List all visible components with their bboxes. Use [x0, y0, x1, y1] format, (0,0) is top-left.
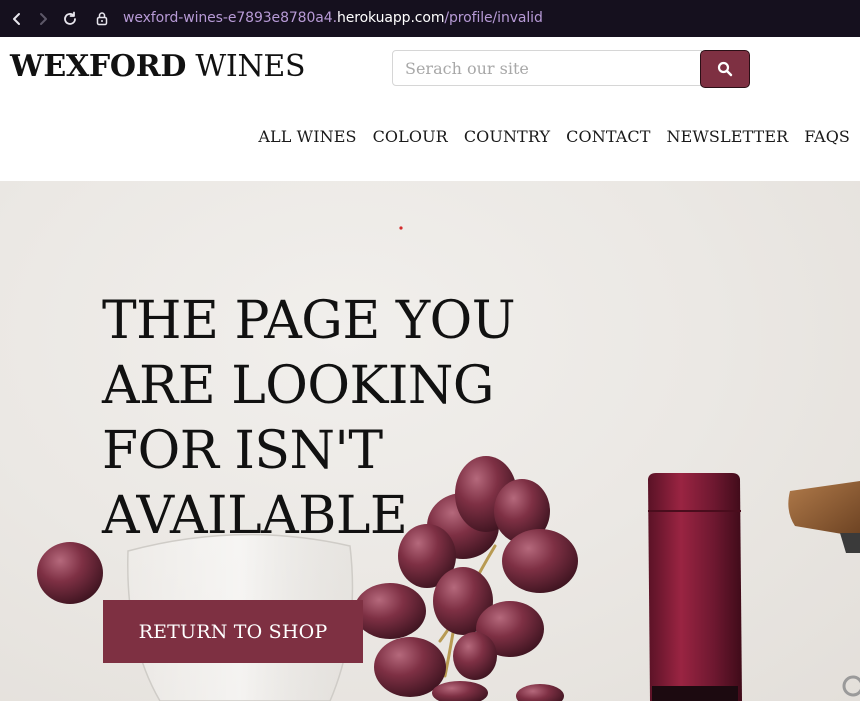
site-logo[interactable]: WEXFORD WINES — [10, 49, 306, 84]
site-header: WEXFORD WINES ALL WINES COLOUR COUNTRY C… — [0, 37, 860, 181]
nav-faqs[interactable]: FAQS — [804, 127, 850, 146]
logo-bold: WEXFORD — [10, 49, 187, 84]
return-to-shop-button[interactable]: RETURN TO SHOP — [103, 600, 363, 663]
main-nav: ALL WINES COLOUR COUNTRY CONTACT NEWSLET… — [258, 127, 850, 146]
forward-button[interactable] — [31, 0, 55, 37]
url-host: herokuapp.com — [336, 10, 445, 26]
search-input[interactable] — [392, 50, 702, 86]
url-subdomain: wexford-wines-e7893e8780a4. — [123, 10, 337, 26]
logo-regular: WINES — [186, 49, 306, 84]
error-title: THE PAGE YOU ARE LOOKING FOR ISN'T AVAIL… — [102, 291, 516, 546]
site-info-button[interactable] — [90, 0, 114, 37]
nav-contact[interactable]: CONTACT — [566, 127, 650, 146]
address-bar[interactable]: wexford-wines-e7893e8780a4.herokuapp.com… — [123, 0, 543, 37]
url-path: /profile/invalid — [444, 10, 543, 26]
search-button[interactable] — [700, 50, 750, 88]
back-button[interactable] — [5, 0, 29, 37]
nav-country[interactable]: COUNTRY — [464, 127, 550, 146]
forward-arrow-icon — [40, 12, 47, 25]
reload-icon — [64, 11, 76, 25]
hero-section: THE PAGE YOU ARE LOOKING FOR ISN'T AVAIL… — [0, 181, 860, 701]
back-arrow-icon — [13, 12, 20, 25]
nav-colour[interactable]: COLOUR — [373, 127, 448, 146]
nav-newsletter[interactable]: NEWSLETTER — [666, 127, 788, 146]
reload-button[interactable] — [58, 0, 82, 37]
browser-toolbar: wexford-wines-e7893e8780a4.herokuapp.com… — [0, 0, 860, 37]
nav-all-wines[interactable]: ALL WINES — [258, 127, 356, 146]
lock-icon — [96, 12, 108, 26]
search-icon — [717, 61, 733, 77]
